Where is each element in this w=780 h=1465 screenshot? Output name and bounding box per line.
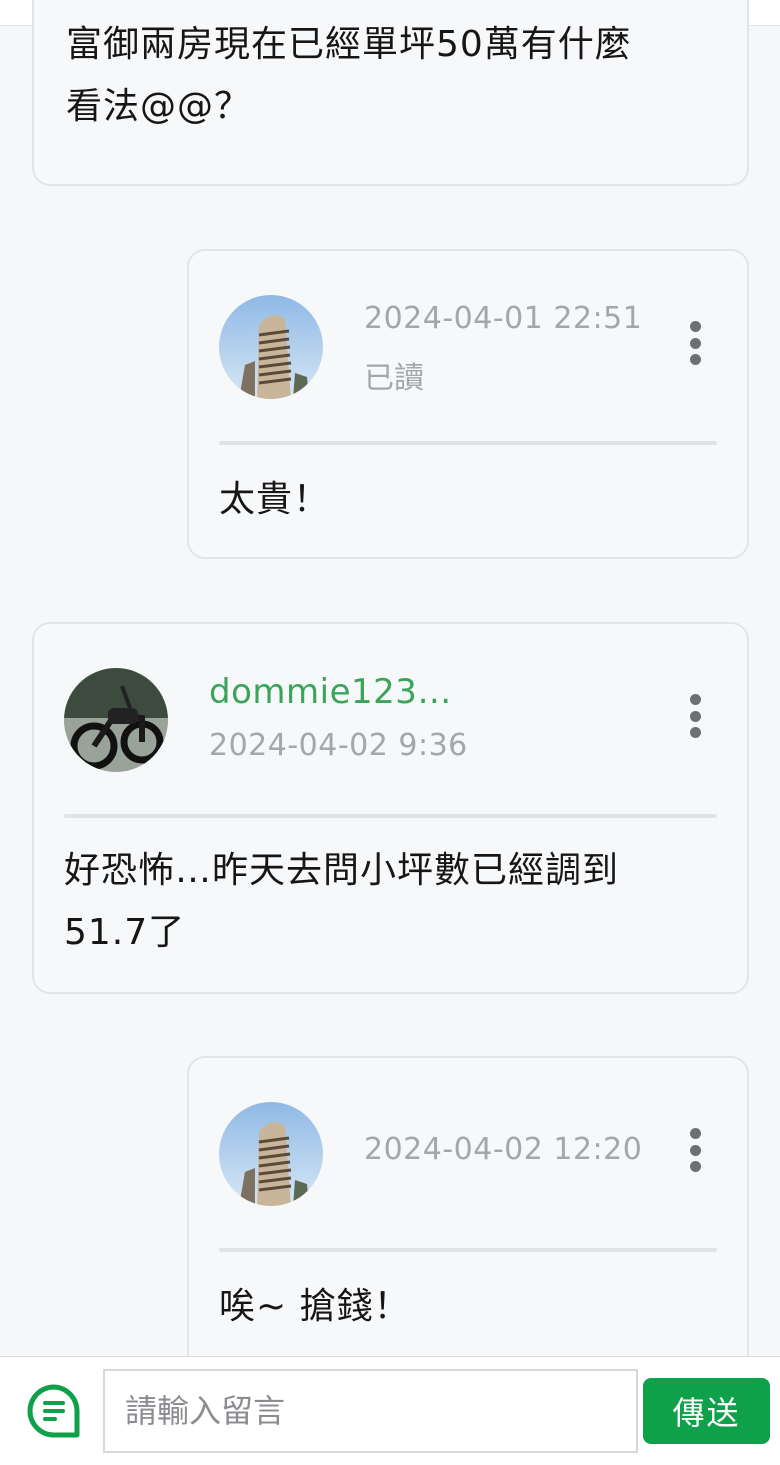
reply-timestamp: 2024-04-01 22:51 xyxy=(364,301,643,336)
building-avatar-icon xyxy=(219,1102,323,1206)
post-text-line2: 51.7了 xyxy=(64,912,186,953)
post-card-original: 富御兩房現在已經單坪50萬有什麼 看法@@？ xyxy=(32,0,749,186)
username[interactable]: dommie123… xyxy=(209,672,452,712)
send-button[interactable]: 傳送 xyxy=(643,1378,770,1444)
post-timestamp: 2024-04-02 9:36 xyxy=(209,728,468,763)
avatar-building[interactable] xyxy=(219,1102,323,1206)
avatar-motorcycle[interactable] xyxy=(64,668,168,772)
chat-bubble-icon[interactable] xyxy=(27,1384,81,1438)
comment-input[interactable] xyxy=(103,1369,638,1453)
more-vertical-icon[interactable] xyxy=(685,1128,705,1172)
reply-text: 唉~ 搶錢！ xyxy=(219,1286,411,1327)
post-text-line2: 看法@@？ xyxy=(66,86,252,127)
divider xyxy=(219,441,717,445)
more-vertical-icon[interactable] xyxy=(685,694,705,738)
divider xyxy=(219,1248,717,1252)
read-status: 已讀 xyxy=(364,361,424,396)
reply-text: 太貴！ xyxy=(219,479,331,520)
avatar-building[interactable] xyxy=(219,295,323,399)
post-card: dommie123… 2024-04-02 9:36 好恐怖…昨天去問小坪數已經… xyxy=(32,622,749,994)
reply-timestamp: 2024-04-02 12:20 xyxy=(364,1132,643,1167)
post-text-line1: 好恐怖…昨天去問小坪數已經調到 xyxy=(64,850,620,891)
reply-card: 2024-04-02 12:20 唉~ 搶錢！ xyxy=(187,1056,749,1386)
post-text-line1: 富御兩房現在已經單坪50萬有什麼 xyxy=(66,24,632,65)
divider xyxy=(64,814,717,818)
more-vertical-icon[interactable] xyxy=(685,321,705,365)
motorcycle-avatar-icon xyxy=(64,668,168,772)
building-avatar-icon xyxy=(219,295,323,399)
reply-card: 2024-04-01 22:51 已讀 太貴！ xyxy=(187,249,749,559)
